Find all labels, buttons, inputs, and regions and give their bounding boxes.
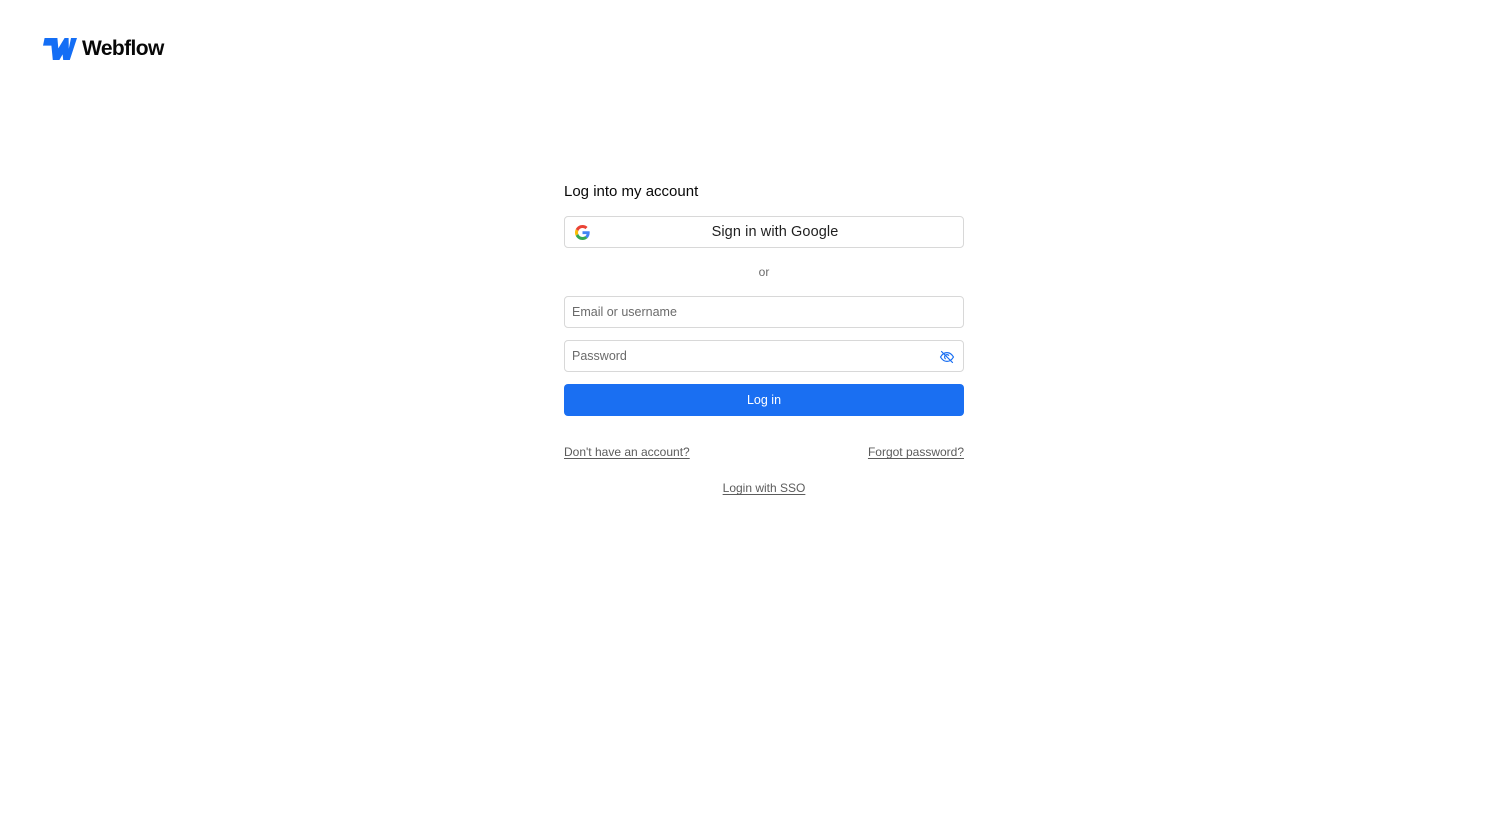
auth-links-row: Don't have an account? Forgot password?: [564, 444, 964, 460]
or-divider: or: [758, 265, 770, 279]
login-with-sso-link[interactable]: Login with SSO: [723, 481, 806, 495]
eye-off-icon[interactable]: [939, 349, 955, 365]
password-field-wrapper: [564, 340, 964, 372]
form-title: Log into my account: [564, 183, 699, 200]
google-button-label: Sign in with Google: [711, 224, 839, 240]
webflow-logo-link[interactable]: Webflow: [43, 37, 164, 61]
email-input[interactable]: [565, 297, 963, 327]
forgot-password-link[interactable]: Forgot password?: [868, 444, 964, 460]
signup-link[interactable]: Don't have an account?: [564, 444, 690, 460]
password-input[interactable]: [565, 341, 963, 371]
webflow-logo-icon: [43, 38, 77, 60]
sso-row: Login with SSO: [564, 480, 964, 496]
login-form: Log into my account Sign in with Google …: [564, 180, 964, 496]
log-in-button[interactable]: Log in: [564, 384, 964, 416]
sign-in-with-google-button[interactable]: Sign in with Google: [564, 216, 964, 248]
brand-name: Webflow: [82, 37, 164, 60]
email-field-wrapper: [564, 296, 964, 328]
login-page: Webflow Log into my account Sign in with…: [0, 0, 1512, 814]
google-icon: [575, 225, 590, 240]
